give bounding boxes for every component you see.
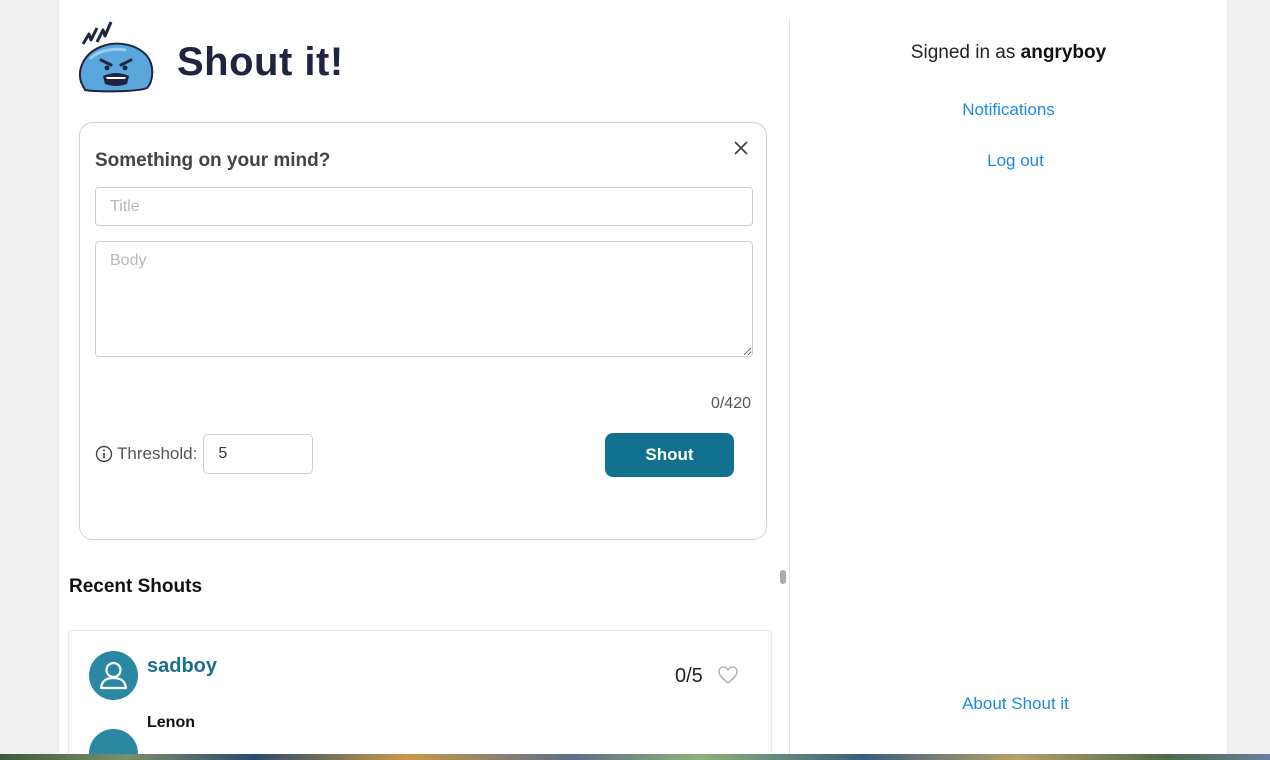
signed-in-prefix: Signed in as: [910, 42, 1021, 63]
main-column: Shout it! Something on your mind? 0/420 …: [59, 0, 789, 760]
desktop-background-strip: [0, 754, 1270, 760]
threshold-control: Threshold:: [95, 433, 314, 475]
body-textarea[interactable]: [95, 241, 753, 357]
shout-author-link[interactable]: sadboy: [147, 655, 217, 678]
compose-heading: Something on your mind?: [95, 150, 331, 171]
info-icon[interactable]: [95, 445, 113, 463]
shout-score: 0/5: [675, 665, 703, 687]
logout-link[interactable]: Log out: [797, 151, 1227, 171]
scrollbar-thumb[interactable]: [780, 570, 786, 584]
about-link[interactable]: About Shout it: [797, 694, 1227, 714]
heart-icon[interactable]: [717, 665, 739, 685]
signed-in-status: Signed in as angryboy: [790, 42, 1227, 64]
angry-blob-logo-icon: [79, 21, 154, 93]
compose-card: Something on your mind? 0/420 Threshold:…: [79, 122, 767, 540]
app-title: Shout it!: [177, 40, 344, 84]
character-counter: 0/420: [710, 395, 751, 412]
shout-button[interactable]: Shout: [605, 433, 734, 477]
avatar[interactable]: [89, 651, 138, 700]
username: angryboy: [1020, 42, 1107, 63]
sidebar: Signed in as angryboy Notifications Log …: [790, 0, 1227, 760]
recent-shouts-heading: Recent Shouts: [69, 576, 203, 597]
title-input[interactable]: [95, 187, 753, 226]
app-window: Shout it! Something on your mind? 0/420 …: [58, 0, 1228, 760]
shout-title: Lenon: [147, 714, 195, 731]
close-icon[interactable]: [730, 137, 752, 159]
scrollbar[interactable]: [780, 570, 786, 760]
threshold-input[interactable]: [203, 434, 314, 474]
notifications-link[interactable]: Notifications: [790, 100, 1227, 120]
user-icon: [99, 661, 128, 690]
threshold-label: Threshold:: [117, 444, 198, 463]
shout-card: sadboy 0/5 Lenon: [68, 630, 772, 760]
